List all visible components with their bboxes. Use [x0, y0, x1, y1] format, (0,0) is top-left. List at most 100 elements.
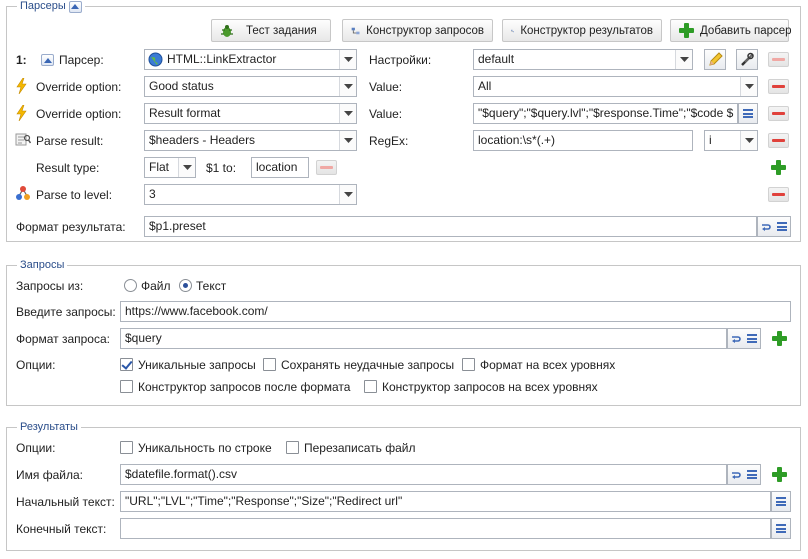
override-option-select[interactable]: Result format: [144, 103, 357, 124]
minus-icon: [772, 193, 785, 196]
start-text-expand-button[interactable]: [771, 491, 791, 512]
start-text-input[interactable]: "URL";"LVL";"Time";"Response";"Size";"Re…: [120, 491, 771, 512]
settings-select[interactable]: default: [473, 49, 693, 70]
chevron-down-icon: [740, 77, 757, 96]
regex-input[interactable]: location:\s*(.+): [473, 130, 693, 151]
result-to-input[interactable]: location: [251, 157, 309, 178]
remove-level-button[interactable]: [768, 187, 789, 202]
plus-icon: [771, 160, 786, 175]
builder-all-levels-checkbox[interactable]: [364, 380, 377, 393]
save-failed-queries-checkbox[interactable]: [263, 358, 276, 371]
parse-result-label: Parse result:: [36, 134, 104, 148]
filename-value: $datefile.format().csv: [125, 467, 238, 481]
chevron-down-icon: [339, 50, 356, 69]
regex-flags-select[interactable]: i: [704, 130, 758, 151]
unique-by-line-checkbox[interactable]: [120, 441, 133, 454]
parsers-section: Парсеры Тест задания Конструктор запросо…: [6, 0, 801, 242]
override-value-text: "$query";"$query.lvl";"$response.Time";"…: [478, 106, 734, 120]
remove-result-type-button[interactable]: [316, 160, 337, 175]
format-all-levels-label[interactable]: Формат на всех уровнях: [480, 357, 615, 373]
test-task-button[interactable]: Тест задания: [211, 19, 331, 42]
minus-icon: [772, 58, 785, 61]
builder-icon: [511, 29, 515, 32]
format-all-levels-checkbox[interactable]: [462, 358, 475, 371]
remove-override-button[interactable]: [768, 106, 789, 121]
builder-all-levels-label[interactable]: Конструктор запросов на всех уровнях: [382, 379, 598, 395]
source-text-label[interactable]: Текст: [196, 278, 226, 294]
filename-wrap-button[interactable]: [727, 464, 761, 485]
results-options-label: Опции:: [16, 441, 56, 455]
filename-input[interactable]: $datefile.format().csv: [120, 464, 727, 485]
queries-legend-label: Запросы: [20, 259, 65, 271]
remove-parser-button[interactable]: [768, 52, 789, 67]
lightning-icon: [16, 78, 27, 94]
add-parser-label: Добавить парсер: [700, 24, 792, 37]
builder-after-format-checkbox[interactable]: [120, 380, 133, 393]
edit-preset-button[interactable]: [704, 49, 726, 70]
unique-queries-checkbox[interactable]: [120, 358, 133, 371]
to-label: $1 to:: [206, 161, 237, 175]
source-file-label[interactable]: Файл: [141, 278, 171, 294]
parse-level-select[interactable]: 3: [144, 184, 357, 205]
format-wrap-icon: [761, 223, 771, 231]
override-option-value: Result format: [149, 106, 221, 120]
overwrite-file-checkbox[interactable]: [286, 441, 299, 454]
lightning-icon: [16, 105, 27, 121]
builder-after-format-label[interactable]: Конструктор запросов после формата: [138, 379, 350, 395]
save-failed-queries-label[interactable]: Сохранять неудачные запросы: [281, 357, 454, 373]
query-builder-label: Конструктор запросов: [366, 24, 484, 37]
lines-icon: [747, 334, 758, 343]
parser-value: HTML::LinkExtractor: [167, 52, 277, 66]
result-format-wrap-button[interactable]: [757, 216, 791, 237]
unique-by-line-label[interactable]: Уникальность по строке: [138, 440, 272, 456]
query-format-wrap-button[interactable]: [727, 328, 761, 349]
pencil-icon: [708, 52, 723, 66]
start-text-value: "URL";"LVL";"Time";"Response";"Size";"Re…: [125, 494, 403, 508]
add-filename-button[interactable]: [769, 465, 790, 484]
minus-icon: [320, 166, 333, 169]
lines-icon: [776, 497, 786, 506]
collapse-icon[interactable]: [68, 0, 82, 13]
end-text-input[interactable]: [120, 518, 771, 539]
parse-result-value: $headers - Headers: [149, 133, 256, 147]
queries-input[interactable]: https://www.facebook.com/: [120, 301, 791, 322]
parser-select[interactable]: HTML::LinkExtractor: [144, 49, 357, 70]
add-parse-result-button[interactable]: [768, 158, 789, 177]
add-parser-button[interactable]: Добавить парсер: [670, 19, 792, 42]
lines-icon: [776, 524, 786, 533]
enter-queries-label: Введите запросы:: [16, 305, 116, 319]
result-format-input[interactable]: $p1.preset: [144, 216, 757, 237]
query-format-input[interactable]: $query: [120, 328, 727, 349]
builder-icon: [351, 27, 360, 34]
minus-icon: [772, 139, 785, 142]
format-wrap-icon: [731, 335, 741, 343]
collapse-icon[interactable]: [41, 54, 54, 66]
parse-result-select[interactable]: $headers - Headers: [144, 130, 357, 151]
remove-parse-result-button[interactable]: [768, 133, 789, 148]
result-type-select[interactable]: Flat: [144, 157, 196, 178]
plus-icon: [679, 21, 694, 40]
format-wrap-icon: [731, 471, 741, 479]
unique-queries-label[interactable]: Уникальные запросы: [138, 357, 256, 373]
plus-icon: [772, 331, 787, 346]
remove-override-button[interactable]: [768, 79, 789, 94]
filename-label: Имя файла:: [16, 468, 83, 482]
lines-icon: [777, 222, 788, 231]
overwrite-file-label[interactable]: Перезаписать файл: [304, 440, 416, 456]
override-value-input[interactable]: "$query";"$query.lvl";"$response.Time";"…: [473, 103, 738, 124]
override-option-label: Override option:: [36, 80, 122, 94]
override-value-select[interactable]: All: [473, 76, 758, 97]
result-builder-button[interactable]: Конструктор результатов: [502, 19, 662, 42]
value-label: Value:: [369, 80, 403, 94]
query-builder-button[interactable]: Конструктор запросов: [342, 19, 493, 42]
settings-tools-button[interactable]: [736, 49, 758, 70]
add-query-format-button[interactable]: [769, 329, 790, 348]
override-option-select[interactable]: Good status: [144, 76, 357, 97]
parse-result-icon: [15, 133, 31, 146]
chevron-down-icon: [675, 50, 692, 69]
expand-value-button[interactable]: [738, 103, 758, 124]
source-text-radio[interactable]: [179, 279, 192, 292]
end-text-expand-button[interactable]: [771, 518, 791, 539]
parse-level-value: 3: [149, 187, 156, 201]
source-file-radio[interactable]: [124, 279, 137, 292]
